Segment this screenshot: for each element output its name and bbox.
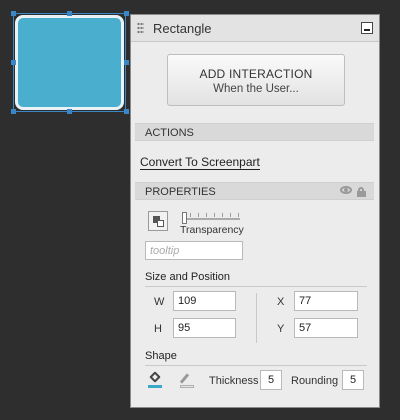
line-color-icon[interactable] <box>179 373 194 389</box>
transparency-slider-ticks <box>182 213 240 217</box>
eye-icon[interactable] <box>340 186 352 194</box>
lock-icon[interactable] <box>357 187 366 197</box>
resize-handle-t[interactable] <box>67 11 72 16</box>
add-interaction-label: ADD INTERACTION <box>199 67 313 81</box>
transparency-label: Transparency <box>180 224 244 236</box>
add-interaction-sublabel: When the User... <box>213 83 299 95</box>
minimize-icon[interactable] <box>361 22 373 34</box>
thickness-input[interactable] <box>260 370 282 390</box>
panel-header[interactable]: Rectangle <box>131 15 379 42</box>
properties-panel: Rectangle ADD INTERACTION When the User.… <box>130 14 380 408</box>
actions-header-label: ACTIONS <box>145 127 194 139</box>
resize-handle-tr[interactable] <box>124 11 129 16</box>
y-input[interactable] <box>294 318 358 338</box>
x-label: X <box>277 296 285 308</box>
divider <box>145 365 367 366</box>
panel-title: Rectangle <box>153 21 212 36</box>
width-input[interactable] <box>173 291 236 311</box>
resize-handle-r[interactable] <box>124 60 129 65</box>
resize-handle-l[interactable] <box>11 60 16 65</box>
grip-icon[interactable] <box>137 22 144 34</box>
convert-to-screenpart-link[interactable]: Convert To Screenpart <box>140 155 260 170</box>
shape-title: Shape <box>145 350 177 362</box>
divider <box>145 286 367 287</box>
rounding-label: Rounding <box>291 375 339 387</box>
fill-bucket-icon[interactable] <box>148 371 162 389</box>
actions-section-header[interactable]: ACTIONS <box>135 123 374 141</box>
thickness-label: Thickness <box>209 375 259 387</box>
properties-header-label: PROPERTIES <box>145 186 216 198</box>
tooltip-input[interactable] <box>145 241 243 260</box>
x-input[interactable] <box>294 291 358 311</box>
y-label: Y <box>277 323 285 335</box>
height-input[interactable] <box>173 318 236 338</box>
canvas-rectangle[interactable] <box>15 15 124 110</box>
w-label: W <box>154 296 165 308</box>
resize-handle-b[interactable] <box>67 109 72 114</box>
h-label: H <box>154 323 162 335</box>
size-position-title: Size and Position <box>145 271 230 283</box>
resize-handle-bl[interactable] <box>11 109 16 114</box>
rounding-input[interactable] <box>342 370 364 390</box>
color-square-icon[interactable] <box>148 211 168 231</box>
transparency-slider[interactable] <box>182 218 240 220</box>
resize-handle-tl[interactable] <box>11 11 16 16</box>
transparency-slider-handle[interactable] <box>182 212 187 224</box>
properties-section-header[interactable]: PROPERTIES <box>135 182 374 200</box>
resize-handle-br[interactable] <box>124 109 129 114</box>
add-interaction-button[interactable]: ADD INTERACTION When the User... <box>167 54 345 106</box>
size-position-separator <box>256 293 257 343</box>
